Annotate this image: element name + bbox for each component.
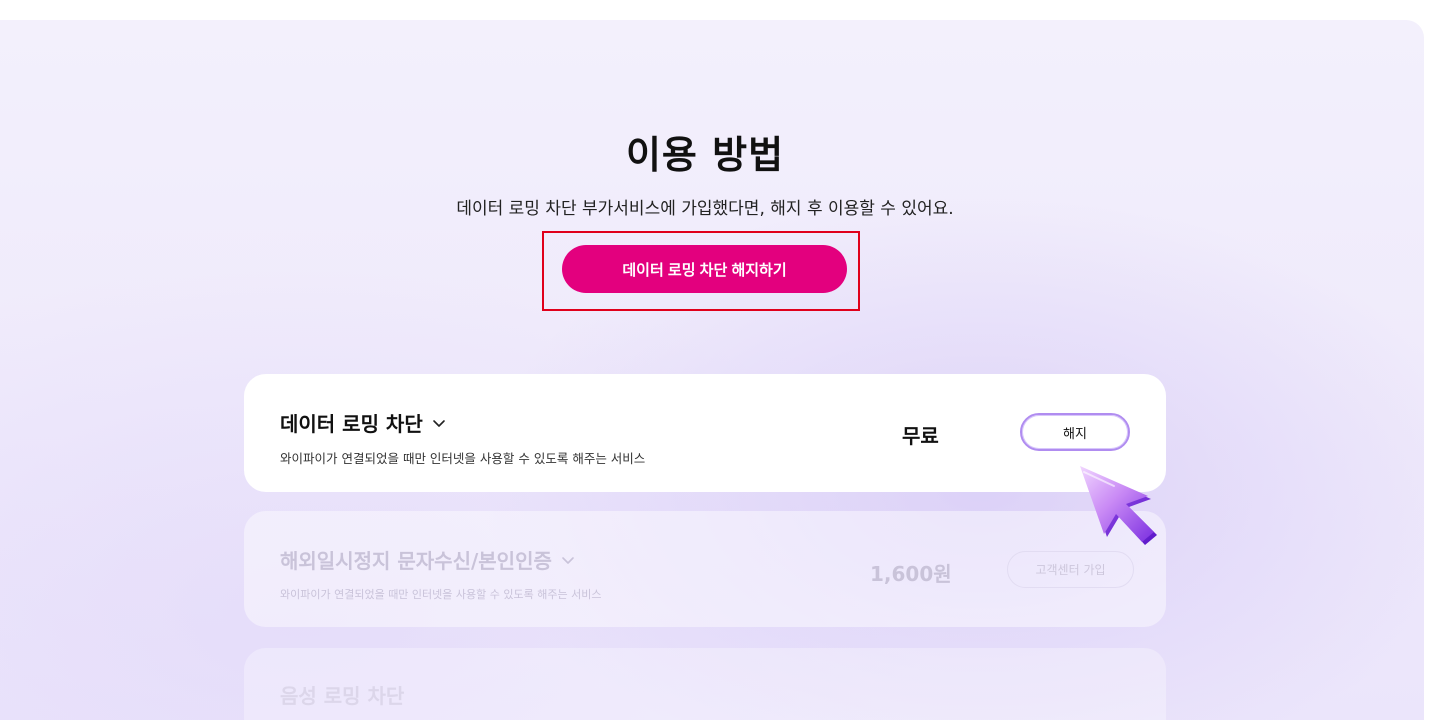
service-card-overseas-suspension-sms: 해외일시정지 문자수신/본인인증 와이파이가 연결되었을 때만 인터넷을 사용할…: [244, 511, 1166, 627]
service-title[interactable]: 음성 로밍 차단: [280, 680, 404, 709]
unsubscribe-data-roaming-block-button[interactable]: 데이터 로밍 차단 해지하기: [562, 245, 847, 293]
page-title: 이용 방법: [625, 133, 785, 177]
customer-center-signup-button[interactable]: 고객센터 가입: [1007, 551, 1134, 588]
pointer-cursor-icon: [1080, 466, 1157, 545]
service-price: 무료: [902, 424, 939, 448]
chevron-down-icon: [432, 419, 445, 427]
page-subtitle: 데이터 로밍 차단 부가서비스에 가입했다면, 해지 후 이용할 수 있어요.: [456, 199, 954, 219]
service-description: 와이파이가 연결되었을 때만 인터넷을 사용할 수 있도록 해주는 서비스: [280, 451, 646, 466]
service-title[interactable]: 해외일시정지 문자수신/본인인증: [280, 545, 576, 574]
service-title-label: 데이터 로밍 차단: [280, 412, 423, 436]
service-title[interactable]: 데이터 로밍 차단: [280, 408, 447, 437]
chevron-down-icon: [562, 556, 574, 564]
service-card-data-roaming-block: 데이터 로밍 차단 와이파이가 연결되었을 때만 인터넷을 사용할 수 있도록 …: [244, 374, 1166, 492]
service-price: 1,600원: [870, 562, 952, 586]
service-description: 와이파이가 연결되었을 때만 인터넷을 사용할 수 있도록 해주는 서비스: [280, 588, 602, 601]
service-title-label: 해외일시정지 문자수신/본인인증: [280, 549, 552, 573]
cancel-service-button[interactable]: 해지: [1020, 413, 1130, 451]
service-title-label: 음성 로밍 차단: [280, 684, 405, 708]
service-card-voice-roaming-block: 음성 로밍 차단: [244, 648, 1166, 720]
how-to-use-section: 이용 방법 데이터 로밍 차단 부가서비스에 가입했다면, 해지 후 이용할 수…: [0, 20, 1424, 720]
